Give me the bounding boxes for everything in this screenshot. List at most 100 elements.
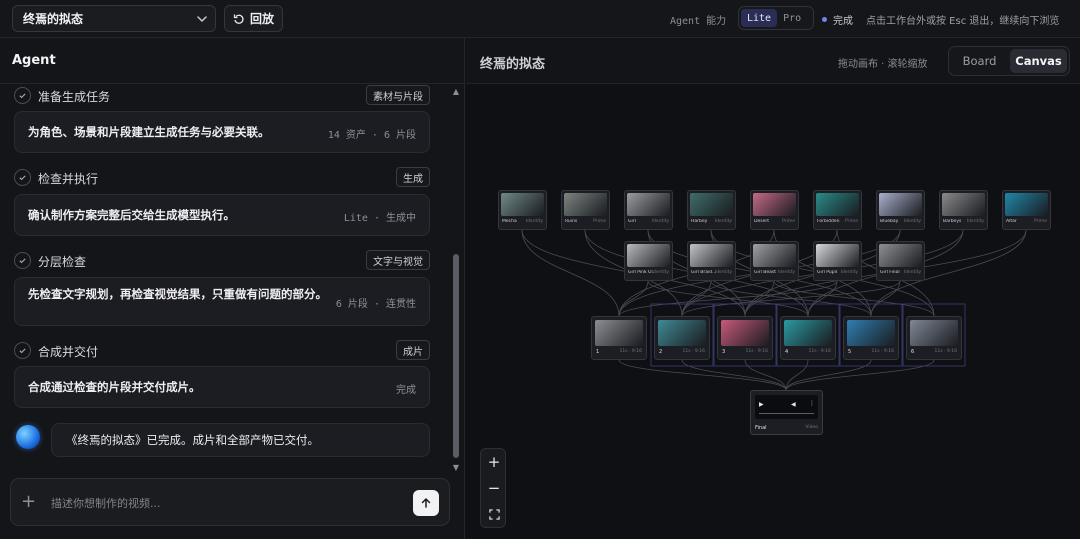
shot-node[interactable]: 6 11s · 9:16 — [906, 316, 962, 360]
play-icon[interactable]: ▶ — [759, 401, 764, 408]
shot-node[interactable]: 2 11s · 9:16 — [654, 316, 710, 360]
node-thumbnail — [658, 320, 706, 346]
graph-edge — [681, 280, 901, 317]
zoom-in-button[interactable]: + — [481, 449, 507, 475]
send-button[interactable] — [413, 490, 439, 516]
asset-node[interactable]: Desert Prime — [750, 190, 799, 230]
node-label: Barbeys — [943, 219, 962, 224]
asset-node[interactable]: Girl Braid... Identity — [687, 241, 736, 281]
graph-edge — [681, 359, 787, 391]
node-graph[interactable]: Mecha Identity Ruins Prime Girl Identity Harbe… — [466, 84, 1080, 539]
node-label: Girl Beast — [754, 270, 776, 275]
node-tag: Identity — [777, 270, 795, 275]
shot-node[interactable]: 3 11s · 9:16 — [717, 316, 773, 360]
step-card: 合成通过检查的片段并交付成片。 完成 — [14, 366, 430, 408]
asset-node[interactable]: Girl Final Identity — [876, 241, 925, 281]
scrollbar-thumb[interactable] — [453, 254, 459, 458]
graph-edge — [773, 280, 935, 317]
top-bar: 终焉的拟态 回放 Agent 能力 Lite Pro 完成 点击工作台外或按 E… — [0, 0, 1080, 38]
volume-icon[interactable]: ◀ — [791, 401, 796, 408]
step-tag: 素材与片段 — [366, 85, 430, 105]
node-thumbnail — [942, 193, 985, 216]
asset-node[interactable]: Bluebay Identity — [876, 190, 925, 230]
scroll-up-icon[interactable]: ▲ — [452, 88, 460, 96]
node-tag: Identity — [714, 219, 732, 224]
tab-board[interactable]: Board — [951, 49, 1008, 73]
node-thumbnail — [753, 193, 796, 216]
node-label: 6 — [911, 349, 915, 355]
check-circle-icon — [14, 169, 31, 186]
arrow-up-icon — [421, 497, 431, 508]
node-label: 4 — [785, 349, 789, 355]
node-label: 3 — [722, 349, 726, 355]
step-card: 为角色、场景和片段建立生成任务与必要关联。 14 资产 · 6 片段 — [14, 111, 430, 153]
graph-edge — [618, 280, 649, 317]
status-label: 完成 — [833, 16, 853, 27]
asset-node[interactable]: Harbey Identity — [687, 190, 736, 230]
graph-edge — [521, 229, 620, 317]
graph-edge — [618, 280, 838, 317]
shot-node[interactable]: 1 11s · 9:16 — [591, 316, 647, 360]
node-tag: Identity — [651, 219, 669, 224]
project-name: 终焉的拟态 — [23, 12, 84, 26]
node-tag: Identity — [903, 219, 921, 224]
node-tag: Video — [805, 425, 818, 430]
node-tag: Prime — [845, 219, 858, 224]
step-tag: 生成 — [396, 167, 430, 187]
asset-node[interactable]: Girl Beast Identity — [750, 241, 799, 281]
node-tag: Prime — [593, 219, 606, 224]
step-description: 合成通过检查的片段并交付成片。 — [28, 380, 201, 394]
node-thumbnail — [879, 244, 922, 267]
project-select[interactable]: 终焉的拟态 — [12, 5, 216, 32]
more-icon[interactable]: ⋮ — [809, 400, 815, 407]
asset-node[interactable]: Barbeys Identity — [939, 190, 988, 230]
shot-node[interactable]: 5 11s · 9:16 — [843, 316, 899, 360]
node-tag: Prime — [1034, 219, 1047, 224]
final-video-node[interactable]: ▶ ◀ ⋮ Final Video — [750, 390, 823, 435]
asset-node[interactable]: Girl Pupil Identity — [813, 241, 862, 281]
step-description: 确认制作方案完整后交给生成模型执行。 — [28, 208, 235, 222]
node-thumbnail — [816, 244, 859, 267]
attach-plus-icon[interactable]: + — [21, 492, 36, 512]
scrollbar[interactable]: ▲ ▼ — [452, 88, 460, 472]
step-tag: 文字与视觉 — [366, 250, 430, 270]
node-label: 5 — [848, 349, 852, 355]
tab-canvas[interactable]: Canvas — [1010, 49, 1067, 73]
node-tag: Identity — [651, 270, 669, 275]
mode-lite[interactable]: Lite — [741, 9, 778, 27]
mode-pro[interactable]: Pro — [777, 9, 807, 27]
node-thumbnail — [627, 193, 670, 216]
chevron-down-icon — [197, 16, 207, 23]
progress-bar[interactable] — [759, 413, 814, 414]
node-tag: Identity — [525, 219, 543, 224]
node-thumbnail — [595, 320, 643, 346]
graph-edges — [521, 229, 1027, 391]
canvas-hint: 拖动画布 · 滚轮缩放 — [838, 59, 928, 70]
fit-view-icon — [488, 508, 500, 520]
node-thumbnail — [690, 193, 733, 216]
asset-node[interactable]: Ruins Prime — [561, 190, 610, 230]
node-label: Final — [755, 425, 767, 431]
scroll-down-icon[interactable]: ▼ — [452, 464, 460, 472]
asset-node[interactable]: Girl Identity — [624, 190, 673, 230]
agent-panel: Agent 准备生成任务 素材与片段 为角色、场景和片段建立生成任务与必要关联。… — [0, 38, 465, 539]
canvas-header: 终焉的拟态 拖动画布 · 滚轮缩放 Board Canvas — [466, 38, 1080, 84]
node-thumbnail — [753, 244, 796, 267]
replay-button[interactable]: 回放 — [224, 5, 283, 32]
zoom-out-button[interactable]: − — [481, 475, 507, 501]
shot-node[interactable]: 4 11s · 9:16 — [780, 316, 836, 360]
asset-node[interactable]: Altar Prime — [1002, 190, 1051, 230]
asset-node[interactable]: Girl Pink O... Identity — [624, 241, 673, 281]
fit-view-button[interactable] — [481, 501, 507, 527]
prompt-input[interactable] — [51, 493, 391, 513]
step-header: 准备生成任务 素材与片段 — [14, 85, 430, 107]
node-thumbnail — [627, 244, 670, 267]
step-header: 合成并交付 成片 — [14, 340, 430, 362]
asset-node[interactable]: Forbidden Prime — [813, 190, 862, 230]
asset-node[interactable]: Mecha Identity — [498, 190, 547, 230]
video-player: ▶ ◀ ⋮ — [755, 395, 818, 419]
step-meta: Lite · 生成中 — [343, 213, 416, 224]
step-title: 准备生成任务 — [38, 90, 111, 104]
node-tag: 11s · 9:16 — [808, 349, 831, 354]
canvas-panel: 终焉的拟态 拖动画布 · 滚轮缩放 Board Canvas Mecha Iden… — [466, 38, 1080, 539]
